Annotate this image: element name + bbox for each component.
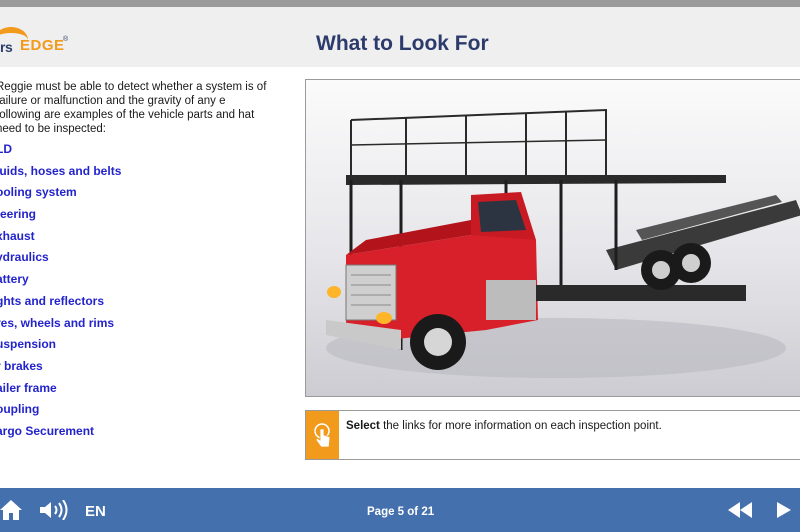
link-item[interactable]: ooling system [0, 185, 121, 207]
link-item[interactable]: oupling [0, 402, 121, 424]
logo-edge: EDGE [20, 37, 65, 54]
link-item[interactable]: ydraulics [0, 250, 121, 272]
header: rs EDGE ® What to Look For [0, 7, 800, 67]
link-item[interactable]: r brakes [0, 359, 121, 381]
link-item[interactable]: luids, hoses and belts [0, 164, 121, 186]
instruction-box: Select the links for more information on… [305, 410, 800, 460]
link-item[interactable]: attery [0, 272, 121, 294]
link-item[interactable]: uspension [0, 337, 121, 359]
link-item[interactable]: argo Securement [0, 424, 121, 446]
instruction-rest: the links for more information on each i… [379, 420, 662, 432]
footer-bar: EN Page 5 of 21 [0, 488, 800, 532]
logo-rs: rs [0, 39, 13, 55]
logo: rs EDGE ® [0, 27, 80, 67]
language-button[interactable]: EN [85, 503, 106, 520]
page-indicator: Page 5 of 21 [367, 506, 435, 518]
home-icon[interactable] [0, 500, 22, 520]
hand-pointer-icon [306, 411, 339, 459]
intro-text: Reggie must be able to detect whether a … [0, 81, 267, 135]
link-item[interactable]: xhaust [0, 229, 121, 251]
link-item[interactable]: LD [0, 142, 121, 164]
inspection-links: LD luids, hoses and belts ooling system … [0, 142, 121, 446]
instruction-text: Select the links for more information on… [346, 420, 662, 432]
link-item[interactable]: ghts and reflectors [0, 294, 121, 316]
link-item[interactable]: ailer frame [0, 381, 121, 403]
instruction-bold: Select [346, 420, 380, 432]
top-strip [0, 0, 800, 7]
truck-image [305, 79, 800, 397]
rewind-icon[interactable] [728, 502, 752, 518]
link-item[interactable]: teering [0, 207, 121, 229]
sound-icon[interactable] [40, 500, 68, 520]
car-carrier-truck-illustration [326, 108, 800, 378]
page-title: What to Look For [316, 32, 489, 55]
logo-registered: ® [63, 36, 69, 43]
play-icon[interactable] [775, 502, 791, 518]
link-item[interactable]: res, wheels and rims [0, 316, 121, 338]
